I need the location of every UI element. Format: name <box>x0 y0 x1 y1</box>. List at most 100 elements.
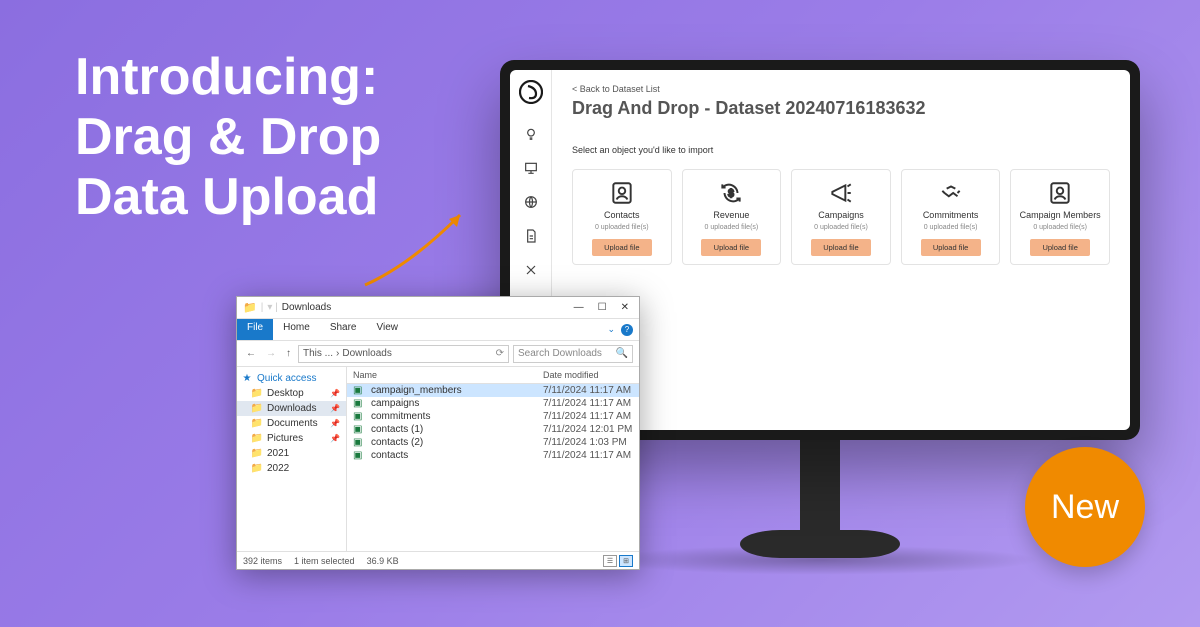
path-separator: › <box>336 348 339 359</box>
card-title: Contacts <box>604 210 640 220</box>
import-card-campaign-members: Campaign Members 0 uploaded file(s) Uplo… <box>1010 169 1110 265</box>
folder-icon: 📁 <box>251 433 263 444</box>
monitor-stand <box>770 435 870 570</box>
folder-icon: 📁 <box>251 463 263 474</box>
file-row[interactable]: ▣campaign_members7/11/2024 11:17 AM <box>347 384 639 397</box>
address-path[interactable]: This ... › Downloads ⟳ <box>298 345 509 363</box>
campaign-icon <box>828 180 854 206</box>
card-title: Revenue <box>713 210 749 220</box>
import-card-revenue: $ Revenue 0 uploaded file(s) Upload file <box>682 169 782 265</box>
excel-file-icon: ▣ <box>353 411 367 422</box>
upload-file-button[interactable]: Upload file <box>921 239 981 256</box>
folder-icon: 📁 <box>251 448 263 459</box>
import-card-commitments: Commitments 0 uploaded file(s) Upload fi… <box>901 169 1001 265</box>
file-row[interactable]: ▣campaigns7/11/2024 11:17 AM <box>347 397 639 410</box>
pin-icon: 📌 <box>330 419 340 428</box>
contact-icon <box>1047 180 1073 206</box>
import-instruction: Select an object you'd like to import <box>572 145 1110 155</box>
revenue-icon: $ <box>718 180 744 206</box>
minimize-button[interactable]: — <box>574 302 584 313</box>
help-icon[interactable]: ? <box>621 324 633 336</box>
status-size: 36.9 KB <box>367 556 399 566</box>
page-title: Drag And Drop - Dataset 20240716183632 <box>572 98 1110 119</box>
commit-icon <box>938 180 964 206</box>
view-details-icon[interactable]: ☰ <box>603 555 617 567</box>
file-explorer-window: 📁 | ▾ | Downloads — ☐ ✕ File Home Share … <box>236 296 640 570</box>
column-headers[interactable]: Name Date modified <box>347 367 639 384</box>
tab-home[interactable]: Home <box>273 319 320 340</box>
file-row[interactable]: ▣contacts (1)7/11/2024 12:01 PM <box>347 423 639 436</box>
folder-icon: 📁 <box>251 388 263 399</box>
file-row[interactable]: ▣commitments7/11/2024 11:17 AM <box>347 410 639 423</box>
card-title: Campaigns <box>818 210 864 220</box>
search-icon: 🔍 <box>616 348 628 359</box>
upload-file-button[interactable]: Upload file <box>811 239 871 256</box>
path-segment: This ... <box>303 348 333 359</box>
svg-text:$: $ <box>729 188 735 199</box>
nav-up-button[interactable]: ↑ <box>283 348 294 359</box>
explorer-title: Downloads <box>282 302 331 313</box>
explorer-ribbon-tabs: File Home Share View ⌄ ? <box>237 319 639 341</box>
sidebar-tools-icon[interactable] <box>521 260 541 280</box>
sidebar-globe-icon[interactable] <box>521 192 541 212</box>
app-logo <box>519 80 543 104</box>
tab-view[interactable]: View <box>367 319 409 340</box>
nav-item-downloads[interactable]: 📁Downloads📌 <box>237 401 346 416</box>
explorer-address-bar: ← → ↑ This ... › Downloads ⟳ Search Down… <box>237 341 639 367</box>
card-subtitle: 0 uploaded file(s) <box>924 224 978 231</box>
view-tiles-icon[interactable]: ⊞ <box>619 555 633 567</box>
tab-file[interactable]: File <box>237 319 273 340</box>
folder-icon: ★ <box>241 373 253 384</box>
back-link[interactable]: < Back to Dataset List <box>572 84 1110 94</box>
explorer-status-bar: 392 items 1 item selected 36.9 KB ☰ ⊞ <box>237 551 639 569</box>
import-card-contacts: Contacts 0 uploaded file(s) Upload file <box>572 169 672 265</box>
pin-icon: 📌 <box>330 434 340 443</box>
card-subtitle: 0 uploaded file(s) <box>705 224 759 231</box>
contact-icon <box>609 180 635 206</box>
import-card-campaigns: Campaigns 0 uploaded file(s) Upload file <box>791 169 891 265</box>
explorer-qat-divider: ▾ | <box>267 302 277 313</box>
status-selected: 1 item selected <box>294 556 355 566</box>
nav-item-documents[interactable]: 📁Documents📌 <box>237 416 346 431</box>
upload-file-button[interactable]: Upload file <box>1030 239 1090 256</box>
file-row[interactable]: ▣contacts7/11/2024 11:17 AM <box>347 449 639 462</box>
status-count: 392 items <box>243 556 282 566</box>
explorer-nav-pane: ★Quick access📁Desktop📌📁Downloads📌📁Docume… <box>237 367 347 551</box>
folder-icon: 📁 <box>243 301 257 314</box>
ribbon-collapse-icon[interactable]: ⌄ <box>607 324 615 335</box>
arrow-annotation <box>355 205 485 295</box>
excel-file-icon: ▣ <box>353 385 367 396</box>
card-subtitle: 0 uploaded file(s) <box>814 224 868 231</box>
nav-item-quick-access[interactable]: ★Quick access <box>237 371 346 386</box>
explorer-file-list: Name Date modified ▣campaign_members7/11… <box>347 367 639 551</box>
file-row[interactable]: ▣contacts (2)7/11/2024 1:03 PM <box>347 436 639 449</box>
nav-forward-button[interactable]: → <box>263 348 279 359</box>
import-cards: Contacts 0 uploaded file(s) Upload file … <box>572 169 1110 265</box>
nav-back-button[interactable]: ← <box>243 348 259 359</box>
sidebar-idea-icon[interactable] <box>521 124 541 144</box>
tab-share[interactable]: Share <box>320 319 367 340</box>
card-title: Commitments <box>923 210 979 220</box>
card-subtitle: 0 uploaded file(s) <box>1033 224 1087 231</box>
nav-item-2022[interactable]: 📁2022 <box>237 461 346 476</box>
excel-file-icon: ▣ <box>353 450 367 461</box>
nav-item-desktop[interactable]: 📁Desktop📌 <box>237 386 346 401</box>
card-subtitle: 0 uploaded file(s) <box>595 224 649 231</box>
upload-file-button[interactable]: Upload file <box>701 239 761 256</box>
excel-file-icon: ▣ <box>353 424 367 435</box>
sidebar-doc-icon[interactable] <box>521 226 541 246</box>
nav-item-pictures[interactable]: 📁Pictures📌 <box>237 431 346 446</box>
close-button[interactable]: ✕ <box>621 302 629 313</box>
excel-file-icon: ▣ <box>353 437 367 448</box>
maximize-button[interactable]: ☐ <box>598 302 607 313</box>
nav-item-2021[interactable]: 📁2021 <box>237 446 346 461</box>
explorer-qat-divider: | <box>261 302 264 313</box>
explorer-titlebar: 📁 | ▾ | Downloads — ☐ ✕ <box>237 297 639 319</box>
excel-file-icon: ▣ <box>353 398 367 409</box>
search-input[interactable]: Search Downloads 🔍 <box>513 345 633 363</box>
sidebar-present-icon[interactable] <box>521 158 541 178</box>
pin-icon: 📌 <box>330 389 340 398</box>
refresh-icon[interactable]: ⟳ <box>496 348 504 359</box>
new-badge: New <box>1025 447 1145 567</box>
upload-file-button[interactable]: Upload file <box>592 239 652 256</box>
